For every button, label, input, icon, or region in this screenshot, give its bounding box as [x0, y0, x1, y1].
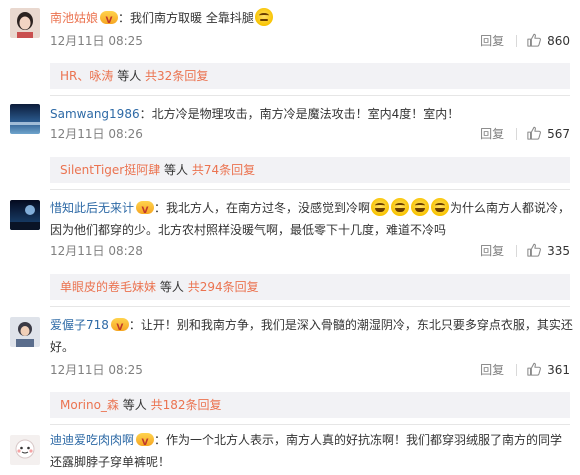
comment-text-line2: 还露脚脖子穿单裤呢！: [50, 451, 570, 473]
avatar[interactable]: [10, 317, 40, 347]
username-link[interactable]: Samwang1986: [50, 107, 140, 121]
username-link[interactable]: 惜知此后无来计: [50, 201, 134, 215]
reply-mid: 等人: [159, 280, 184, 294]
reply-button[interactable]: 回复: [480, 31, 504, 51]
comment-actions: 回复 860: [480, 31, 570, 51]
comment-date: 12月11日 08:26: [50, 127, 143, 141]
comment-actions: 回复 361: [480, 360, 570, 380]
reply-total-link[interactable]: 共74条回复: [192, 163, 255, 177]
reply-mid: 等人: [164, 163, 189, 177]
like-count: 361: [547, 363, 570, 377]
reply-names[interactable]: Morino_森: [60, 398, 119, 412]
reply-button[interactable]: 回复: [480, 124, 504, 144]
comment-text: Samwang1986：北方冷是物理攻击，南方冷是魔法攻击！室内4度！室内！: [50, 103, 570, 125]
v-badge-icon: [110, 317, 129, 339]
reply-summary[interactable]: 单眼皮的卷毛妹妹 等人 共294条回复: [50, 274, 570, 300]
avatar[interactable]: [10, 8, 40, 38]
reply-button[interactable]: 回复: [480, 241, 504, 261]
comment-text: 南池姑娘 ：我们南方取暖 全靠抖腿: [50, 7, 570, 32]
reply-total-link[interactable]: 共182条回复: [151, 398, 222, 412]
comment-date: 12月11日 08:25: [50, 34, 143, 48]
comment-body-line2: 还露脚脖子穿单裤呢！: [50, 455, 171, 469]
reply-names[interactable]: 单眼皮的卷毛妹妹: [60, 280, 156, 294]
doubt-emoji-icon: [254, 8, 273, 26]
reply-summary[interactable]: Morino_森 等人 共182条回复: [50, 392, 570, 418]
reply-mid: 等人: [122, 398, 147, 412]
comment-meta: 12月11日 08:25 回复 860: [50, 31, 570, 51]
comment-actions: 回复 567: [480, 124, 570, 144]
like-count: 335: [547, 244, 570, 258]
comment-date: 12月11日 08:28: [50, 244, 143, 258]
divider: [50, 306, 570, 307]
comment-text: 迪迪爱吃肉肉啊 ：作为一个北方人表示，南方人真的好抗冻啊！我们都穿羽绒服了南方的同…: [50, 429, 570, 454]
comment-body: ：我们南方取暖 全靠抖腿: [118, 11, 254, 25]
comment-body: ：我北方人，在南方过冬，没感觉到冷啊: [154, 201, 371, 215]
laugh-cry-emoji-icon: [371, 198, 390, 216]
divider: [50, 424, 570, 425]
reply-total-link[interactable]: 共294条回复: [188, 280, 259, 294]
comment-meta: 12月11日 08:26 回复 567: [50, 124, 570, 144]
reply-mid: 等人: [117, 69, 142, 83]
comment-body: ：北方冷是物理攻击，南方冷是魔法攻击！室内4度！室内！: [139, 107, 460, 121]
avatar[interactable]: [10, 104, 40, 134]
action-separator: [516, 245, 518, 257]
username-link[interactable]: 爱偓子718: [50, 318, 109, 332]
reply-summary[interactable]: HR、咏涛 等人 共32条回复: [50, 63, 570, 89]
action-separator: [516, 128, 518, 140]
comment-text-line2: 好。: [50, 336, 570, 358]
reply-names[interactable]: HR、咏涛: [60, 69, 113, 83]
v-badge-icon: [100, 10, 119, 32]
comment-body-line2: 因为他们都穿的少。北方农村照样没暖气啊，最低零下十几度，难道不冷吗: [50, 223, 447, 237]
comment-body-cont: 为什么南方人都说冷，: [450, 201, 571, 215]
like-count: 567: [547, 127, 570, 141]
comment-actions: 回复 335: [480, 241, 570, 261]
like-button[interactable]: 860: [527, 31, 570, 51]
comment-date: 12月11日 08:25: [50, 363, 143, 377]
thumbs-up-icon: [527, 33, 541, 47]
reply-total-link[interactable]: 共32条回复: [145, 69, 208, 83]
divider: [50, 95, 570, 96]
reply-summary[interactable]: SilentTiger挺阿肆 等人 共74条回复: [50, 157, 570, 183]
thumbs-up-icon: [527, 243, 541, 257]
action-separator: [516, 35, 518, 47]
username-link[interactable]: 南池姑娘: [50, 11, 98, 25]
like-button[interactable]: 335: [527, 241, 570, 261]
reply-button[interactable]: 回复: [480, 360, 504, 380]
laugh-cry-emoji-icon: [391, 198, 410, 216]
comment-text: 爱偓子718 ：让开！别和我南方争，我们是深入骨髓的潮湿阴冷，东北只要多穿点衣服，…: [50, 314, 573, 339]
comment-text: 惜知此后无来计 ：我北方人，在南方过冬，没感觉到冷啊 为什么南方人都说冷，: [50, 197, 571, 222]
comment-body: ：让开！别和我南方争，我们是深入骨髓的潮湿阴冷，东北只要多穿点衣服，其实还: [128, 318, 573, 332]
like-button[interactable]: 567: [527, 124, 570, 144]
username-link[interactable]: 迪迪爱吃肉肉啊: [50, 433, 134, 447]
reply-names[interactable]: SilentTiger挺阿肆: [60, 163, 160, 177]
avatar[interactable]: [10, 435, 40, 465]
thumbs-up-icon: [527, 362, 541, 376]
thumbs-up-icon: [527, 126, 541, 140]
divider: [50, 189, 570, 190]
like-count: 860: [547, 34, 570, 48]
comment-meta: 12月11日 08:28 回复 335: [50, 241, 570, 261]
v-badge-icon: [136, 200, 155, 222]
comment-body: ：作为一个北方人表示，南方人真的好抗冻啊！我们都穿羽绒服了南方的同学: [154, 433, 563, 447]
action-separator: [516, 364, 518, 376]
comment-meta: 12月11日 08:25 回复 361: [50, 360, 570, 380]
laugh-cry-emoji-icon: [411, 198, 430, 216]
like-button[interactable]: 361: [527, 360, 570, 380]
laugh-cry-emoji-icon: [431, 198, 450, 216]
comment-text-line2: 因为他们都穿的少。北方农村照样没暖气啊，最低零下十几度，难道不冷吗: [50, 219, 570, 241]
avatar[interactable]: [10, 200, 40, 230]
comment-body-line2: 好。: [50, 340, 75, 354]
v-badge-icon: [136, 432, 155, 454]
